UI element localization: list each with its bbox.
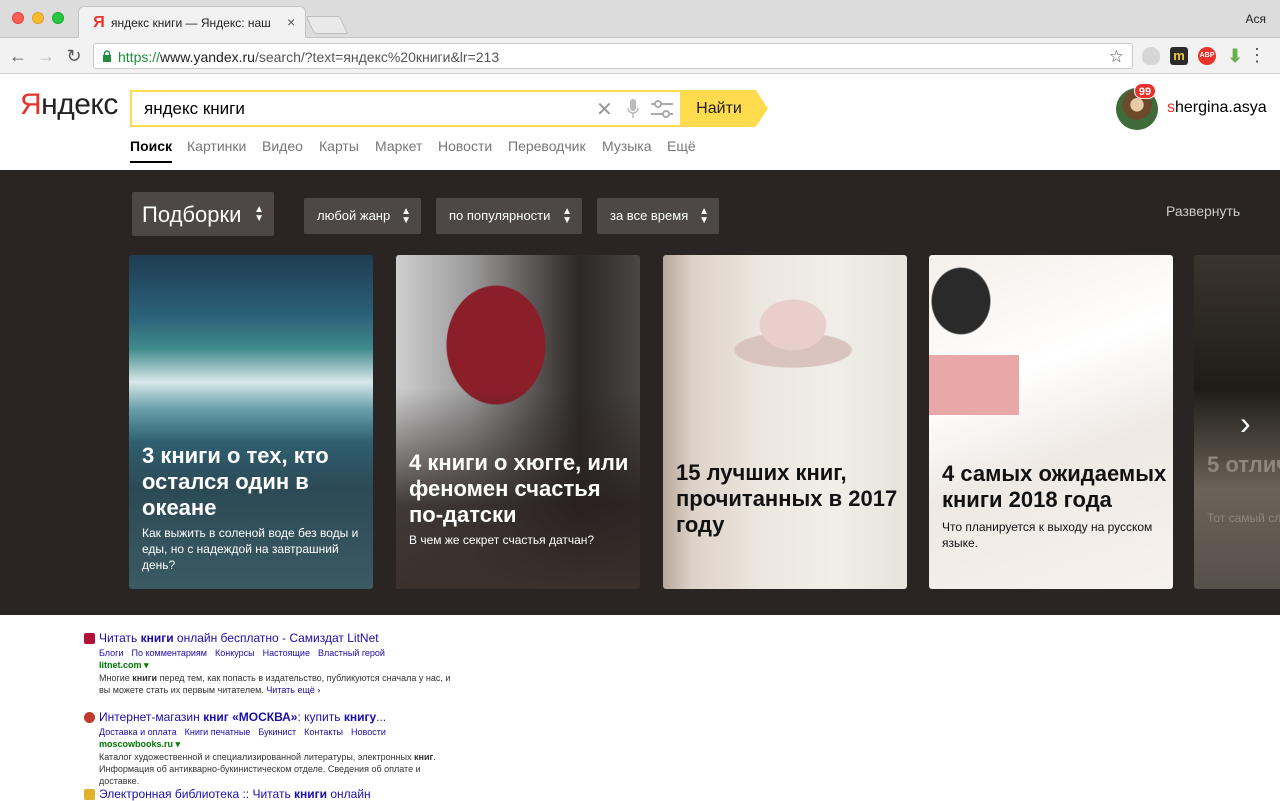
lock-icon xyxy=(103,50,111,62)
card-title: 4 книги о хюгге, или феномен счастья по-… xyxy=(409,450,629,527)
tab-translator[interactable]: Переводчик xyxy=(508,138,586,154)
star-icon[interactable]: ☆ xyxy=(1109,47,1124,67)
search-result: Интернет-магазин книг «МОСКВА»: купить к… xyxy=(84,710,504,786)
yandex-favicon-icon: Я xyxy=(93,14,105,31)
expand-link[interactable]: Развернуть xyxy=(1166,203,1240,219)
adblock-icon[interactable]: ABP xyxy=(1198,47,1216,65)
card-title: 15 лучших книг, прочитанных в 2017 году xyxy=(676,460,898,537)
search-input[interactable] xyxy=(144,99,584,119)
collection-card[interactable]: 4 самых ожидаемых книги 2018 года Что пл… xyxy=(929,255,1173,589)
card-description: Что планируется к выходу на русском язык… xyxy=(942,520,1153,550)
read-more-link[interactable]: Читать ещё › xyxy=(266,685,320,695)
search-result: Электронная библиотека :: Читать книги о… xyxy=(84,787,504,801)
tab-video[interactable]: Видео xyxy=(262,138,303,154)
notification-badge[interactable]: 99 xyxy=(1134,83,1156,99)
sitelink[interactable]: По комментариям xyxy=(131,648,207,658)
back-button[interactable]: ← xyxy=(6,44,30,68)
microphone-icon[interactable] xyxy=(626,98,640,120)
collection-card[interactable]: 4 книги о хюгге, или феномен счастья по-… xyxy=(396,255,640,589)
card-description: Как выжить в соленой воде без воды и еды… xyxy=(142,526,359,572)
collection-card[interactable]: 15 лучших книг, прочитанных в 2017 году xyxy=(663,255,907,589)
clear-icon[interactable]: ✕ xyxy=(596,97,613,122)
chevron-right-icon[interactable]: › xyxy=(1240,405,1251,442)
result-title[interactable]: Интернет-магазин книг «МОСКВА»: купить к… xyxy=(99,710,386,724)
period-dropdown[interactable]: за все время ▲ ▼ xyxy=(597,198,719,234)
download-icon[interactable]: ⬇ xyxy=(1226,47,1244,65)
tab-title: яндекс книги — Яндекс: наш xyxy=(111,16,271,30)
sort-arrows-icon: ▲ ▼ xyxy=(562,206,572,226)
filter-settings-icon[interactable] xyxy=(650,100,674,118)
tab-close-icon[interactable]: × xyxy=(287,14,295,30)
sitelink[interactable]: Конкурсы xyxy=(215,648,255,658)
result-sitelinks: Блоги По комментариям Конкурсы Настоящие Вла… xyxy=(99,648,393,658)
tab-market[interactable]: Маркет xyxy=(375,138,422,154)
litnet-favicon-icon xyxy=(84,633,95,644)
search-result: Читать книги онлайн бесплатно - Самиздат… xyxy=(84,631,504,701)
result-snippet: Многие книги перед тем, как попасть в из… xyxy=(99,673,451,695)
close-window-button[interactable] xyxy=(12,12,24,24)
sitelink[interactable]: Книги печатные xyxy=(185,727,251,737)
sitelink[interactable]: Блоги xyxy=(99,648,123,658)
card-title: 5 отличных экрани xyxy=(1207,452,1280,477)
genre-dropdown[interactable]: любой жанр ▲ ▼ xyxy=(304,198,421,234)
card-description: В чем же секрет счастья датчан? xyxy=(409,533,595,547)
result-title[interactable]: Читать книги онлайн бесплатно - Самиздат… xyxy=(99,631,379,645)
collections-dropdown[interactable]: Подборки ▲ ▼ xyxy=(132,192,274,236)
username[interactable]: shergina.asya xyxy=(1167,99,1267,117)
tab-maps[interactable]: Карты xyxy=(319,138,359,154)
book-cover-image xyxy=(929,355,1019,415)
browser-toolbar: ← → ↻ https://www.yandex.ru/search/?text… xyxy=(0,38,1280,74)
sort-arrows-icon: ▲ ▼ xyxy=(401,206,411,226)
result-snippet: Каталог художественной и специализирован… xyxy=(99,752,436,786)
sitelink[interactable]: Доставка и оплата xyxy=(99,727,177,737)
sitelink[interactable]: Контакты xyxy=(304,727,343,737)
sort-dropdown[interactable]: по популярности ▲ ▼ xyxy=(436,198,582,234)
sort-arrows-icon: ▲ ▼ xyxy=(699,206,709,226)
url-text: https://www.yandex.ru/search/?text=яндек… xyxy=(118,49,500,65)
card-title: 4 самых ожидаемых книги 2018 года xyxy=(942,461,1167,512)
tab-search[interactable]: Поиск xyxy=(130,138,173,163)
result-url[interactable]: moscowbooks.ru ▾ xyxy=(99,739,180,750)
tab-images[interactable]: Картинки xyxy=(187,138,246,154)
card-title: 3 книги о тех, кто остался один в океане xyxy=(142,443,329,520)
sitelink[interactable]: Настоящие xyxy=(263,648,310,658)
result-sitelinks: Доставка и оплата Книги печатные Букинист К… xyxy=(99,727,394,737)
address-bar[interactable]: https://www.yandex.ru/search/?text=яндек… xyxy=(93,43,1133,69)
reload-button[interactable]: ↻ xyxy=(62,44,86,68)
browser-titlebar: Я яндекс книги — Яндекс: наш × Ася xyxy=(0,0,1280,39)
sitelink[interactable]: Новости xyxy=(351,727,386,737)
browser-profile-name[interactable]: Ася xyxy=(1245,12,1266,26)
teacup-image xyxy=(663,255,907,589)
collection-card[interactable]: 5 отличных экрани Тот самый случ уступаю… xyxy=(1194,255,1280,589)
maximize-window-button[interactable] xyxy=(52,12,64,24)
sitelink[interactable]: Властный герой xyxy=(318,648,385,658)
result-title[interactable]: Электронная библиотека :: Читать книги о… xyxy=(99,787,371,801)
browser-menu-icon[interactable]: ⋮ xyxy=(1248,46,1266,64)
shield-icon[interactable] xyxy=(1142,47,1160,65)
tab-more[interactable]: Ещё xyxy=(667,138,696,154)
tab-music[interactable]: Музыка xyxy=(602,138,652,154)
card-description: Тот самый случ уступают друг xyxy=(1207,511,1280,525)
result-url[interactable]: litnet.com ▾ xyxy=(99,660,149,671)
tab-news[interactable]: Новости xyxy=(438,138,492,154)
forward-button[interactable]: → xyxy=(34,44,58,68)
m-extension-icon[interactable]: m xyxy=(1170,47,1188,65)
library-favicon-icon xyxy=(84,789,95,800)
sitelink[interactable]: Букинист xyxy=(258,727,296,737)
sort-arrows-icon: ▲ ▼ xyxy=(254,204,264,224)
moscowbooks-favicon-icon xyxy=(84,712,95,723)
search-box: ✕ xyxy=(130,90,682,127)
find-button[interactable]: Найти xyxy=(680,90,768,127)
movie-still-image xyxy=(1194,255,1280,589)
browser-tab[interactable]: Я яндекс книги — Яндекс: наш × xyxy=(78,6,306,39)
minimize-window-button[interactable] xyxy=(32,12,44,24)
new-tab-button[interactable] xyxy=(305,16,349,34)
collections-banner: Подборки ▲ ▼ любой жанр ▲ ▼ по популярност… xyxy=(0,170,1280,615)
yandex-logo[interactable]: Яндекс xyxy=(20,88,118,122)
collection-card[interactable]: 3 книги о тех, кто остался один в океане… xyxy=(129,255,373,589)
